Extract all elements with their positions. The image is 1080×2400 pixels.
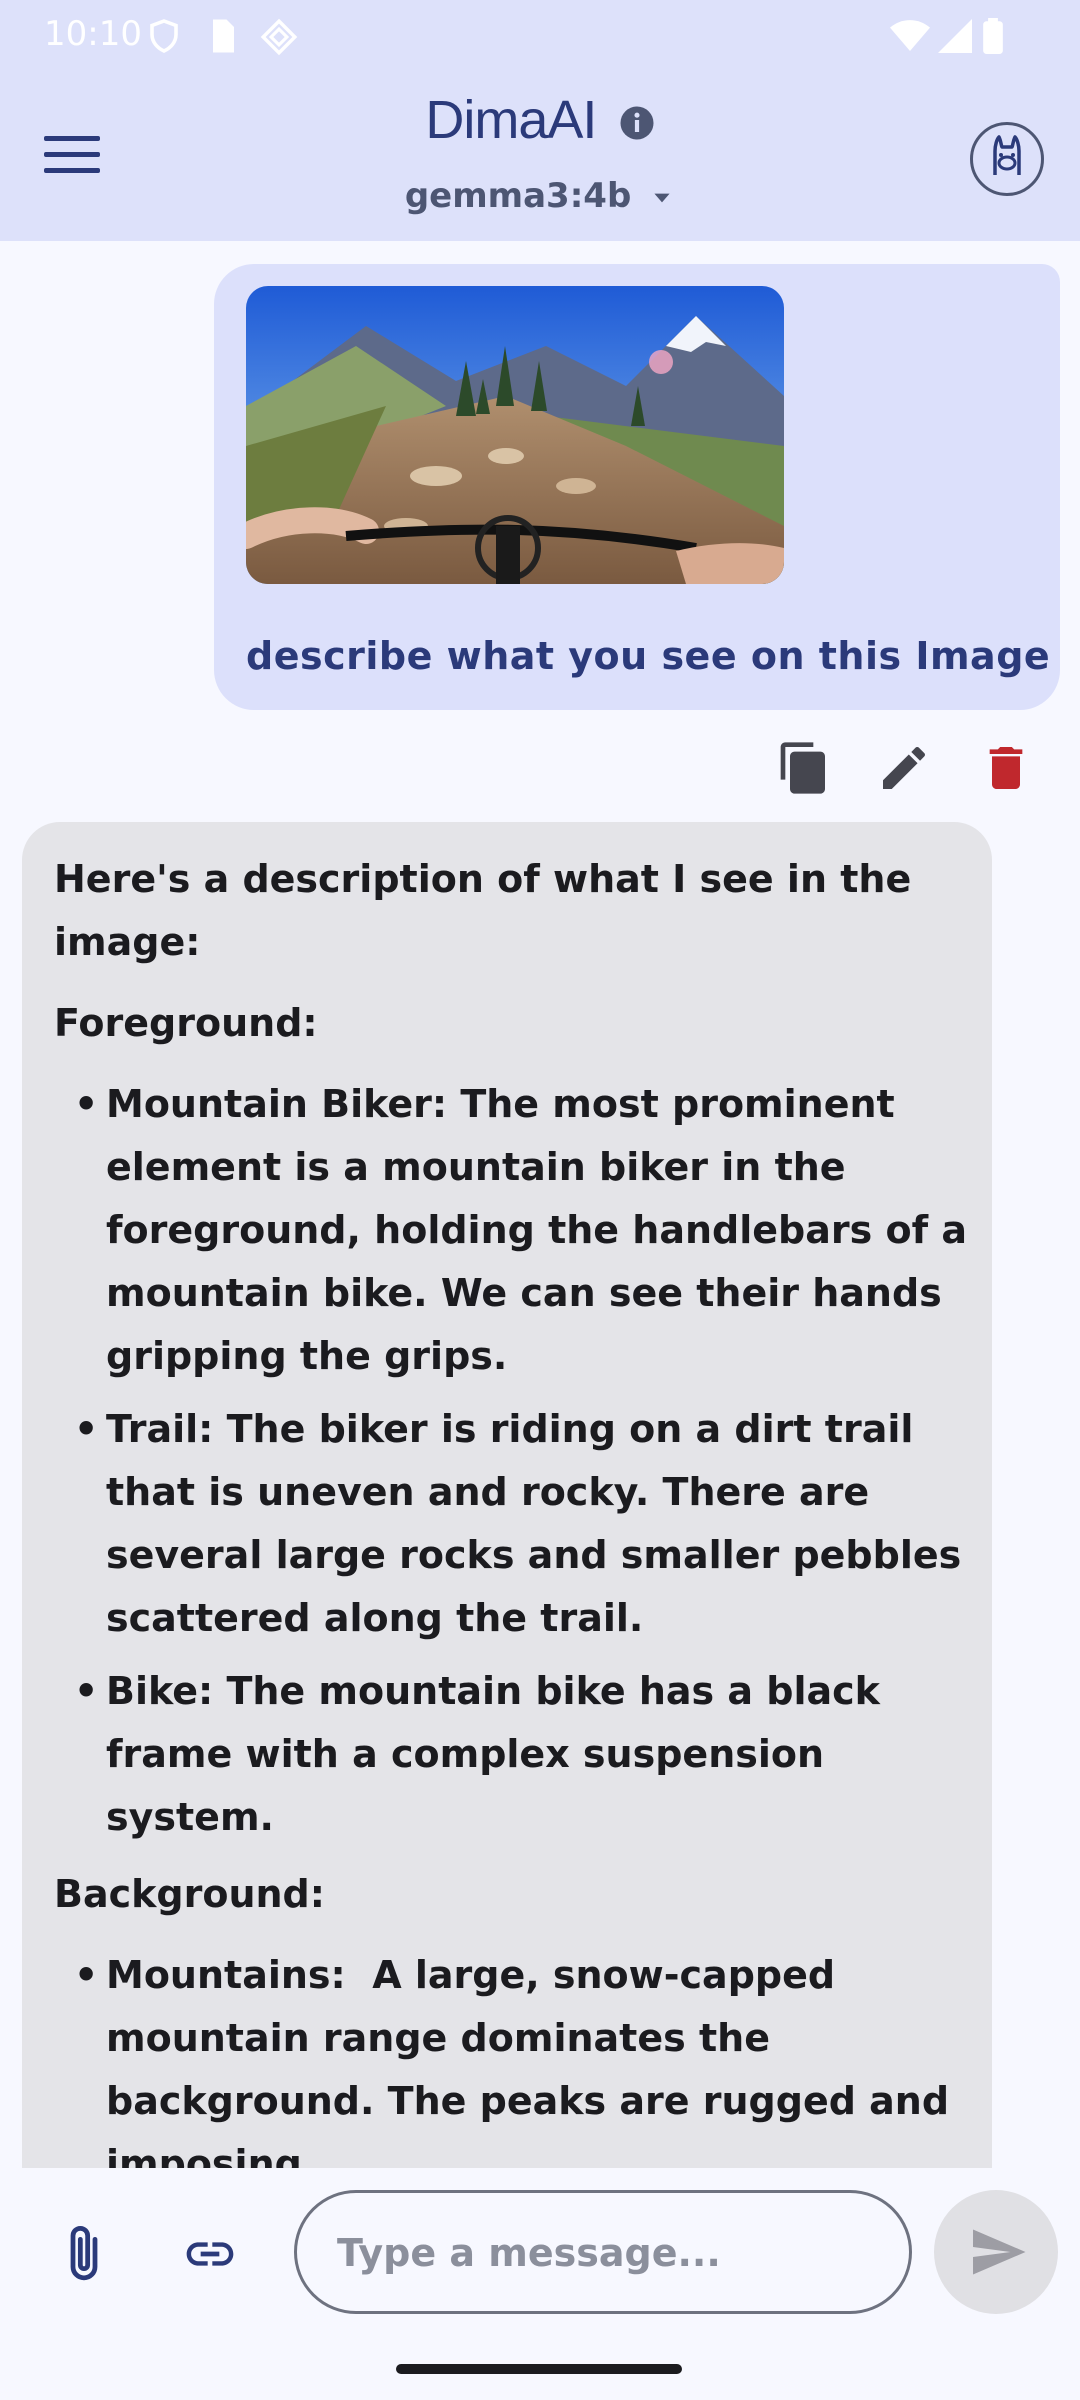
send-button[interactable] bbox=[934, 2190, 1058, 2314]
list-item: Mountain Biker: The most prominent eleme… bbox=[54, 1073, 974, 1388]
copy-icon[interactable] bbox=[776, 740, 832, 796]
message-input[interactable] bbox=[337, 2223, 877, 2283]
home-indicator[interactable] bbox=[396, 2364, 682, 2374]
llama-icon bbox=[993, 135, 1021, 175]
mountain-bike-photo bbox=[246, 286, 784, 584]
user-message-text: describe what you see on this Image bbox=[246, 634, 1051, 678]
attached-image[interactable] bbox=[246, 286, 784, 584]
llama-avatar-icon[interactable] bbox=[970, 122, 1044, 196]
assistant-intro: Here's a description of what I see in th… bbox=[54, 857, 912, 964]
list-item: Mountains: A large, snow-capped mountain… bbox=[54, 1944, 974, 2168]
app-title-text: DimaAI bbox=[425, 90, 597, 150]
assistant-message-bubble: Here's a description of what I see in th… bbox=[22, 822, 992, 2168]
edit-icon[interactable] bbox=[876, 740, 932, 796]
list-item: Bike: The mountain bike has a black fram… bbox=[54, 1660, 974, 1849]
bullet-list: Mountains: A large, snow-capped mountain… bbox=[54, 1944, 974, 2168]
battery-icon bbox=[983, 18, 1003, 54]
item-text: The biker is riding on a dirt trail that… bbox=[106, 1407, 962, 1640]
status-bar: 10:10 bbox=[0, 0, 1080, 72]
attach-icon[interactable] bbox=[62, 2222, 106, 2286]
chevron-down-icon bbox=[654, 193, 670, 202]
section-heading: Foreground: bbox=[54, 1001, 318, 1045]
send-icon bbox=[973, 2229, 1026, 2275]
nearby-icon bbox=[260, 18, 298, 56]
bullet-list: Mountain Biker: The most prominent eleme… bbox=[54, 1073, 974, 1849]
message-input-container[interactable] bbox=[294, 2190, 912, 2314]
item-label: Mountains: bbox=[106, 1953, 346, 1997]
assistant-message-text: Here's a description of what I see in th… bbox=[54, 848, 974, 2168]
item-label: Trail: bbox=[106, 1407, 214, 1451]
app-title[interactable]: DimaAI bbox=[0, 88, 1080, 151]
item-text: The mountain bike has a black frame with… bbox=[106, 1669, 880, 1839]
wifi-icon bbox=[890, 20, 930, 51]
model-name: gemma3:4b bbox=[404, 176, 632, 216]
sim-card-icon bbox=[213, 19, 234, 53]
model-selector[interactable]: gemma3:4b bbox=[0, 176, 1080, 216]
item-label: Bike: bbox=[106, 1669, 214, 1713]
status-time: 10:10 bbox=[44, 14, 142, 54]
signal-icon bbox=[938, 19, 972, 53]
info-icon[interactable] bbox=[619, 105, 655, 141]
list-item: Trail: The biker is riding on a dirt tra… bbox=[54, 1398, 974, 1650]
item-text: The most prominent element is a mountain… bbox=[106, 1082, 967, 1378]
link-icon[interactable] bbox=[180, 2226, 240, 2282]
delete-icon[interactable] bbox=[978, 740, 1034, 796]
shield-icon bbox=[150, 19, 178, 53]
item-label: Mountain Biker: bbox=[106, 1082, 448, 1126]
section-heading: Background: bbox=[54, 1872, 325, 1916]
